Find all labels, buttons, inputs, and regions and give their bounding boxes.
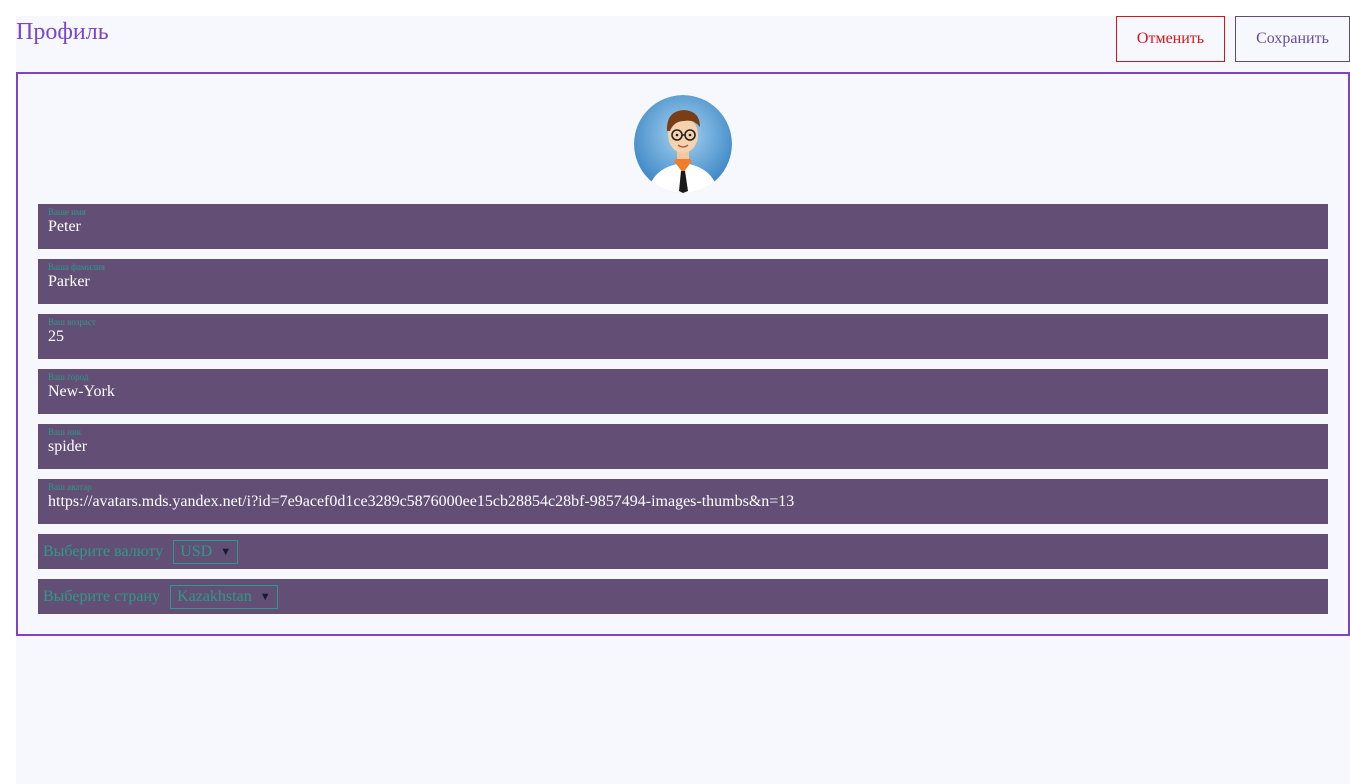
field-label: Ваш аватар <box>48 482 92 492</box>
first-name-input[interactable] <box>48 217 1318 237</box>
page-title: Профиль <box>16 19 109 45</box>
currency-row: Выберите валюту USD ▼ <box>38 534 1328 569</box>
field-age: Ваш возраст <box>38 314 1328 359</box>
field-label: Ваша фамилия <box>48 262 105 272</box>
country-row: Выберите страну Kazakhstan ▼ <box>38 579 1328 614</box>
chevron-down-icon: ▼ <box>259 590 271 603</box>
avatar-url-input[interactable] <box>48 492 1318 512</box>
cancel-button[interactable]: Отменить <box>1116 16 1225 62</box>
profile-page: Профиль Отменить Сохранить Ваше имя Pete… <box>16 16 1350 784</box>
field-label: Ваш возраст <box>48 317 96 327</box>
country-selected: Kazakhstan <box>177 587 252 605</box>
age-input[interactable] <box>48 327 1318 347</box>
country-label: Выберите страну <box>43 587 161 605</box>
field-label: Ваш город <box>48 372 89 382</box>
field-city: Ваш город <box>38 369 1328 414</box>
field-label: Ваш ник <box>48 427 82 437</box>
avatar <box>634 95 732 193</box>
currency-selected: USD <box>180 542 213 560</box>
save-button[interactable]: Сохранить <box>1235 16 1350 62</box>
last-name-input[interactable] <box>48 272 1318 292</box>
currency-label: Выберите валюту <box>43 542 164 560</box>
field-label: Ваше имя <box>48 207 86 217</box>
profile-form: Ваше имя Ваша фамилия Ваш возраст Ваш го… <box>16 72 1350 636</box>
currency-select[interactable]: USD ▼ <box>173 539 239 564</box>
field-first-name: Ваше имя <box>38 204 1328 249</box>
chevron-down-icon: ▼ <box>220 545 232 558</box>
nickname-input[interactable] <box>48 437 1318 457</box>
field-nickname: Ваш ник <box>38 424 1328 469</box>
country-select[interactable]: Kazakhstan ▼ <box>170 584 278 609</box>
field-last-name: Ваша фамилия <box>38 259 1328 304</box>
field-avatar-url: Ваш аватар <box>38 479 1328 524</box>
city-input[interactable] <box>48 382 1318 402</box>
